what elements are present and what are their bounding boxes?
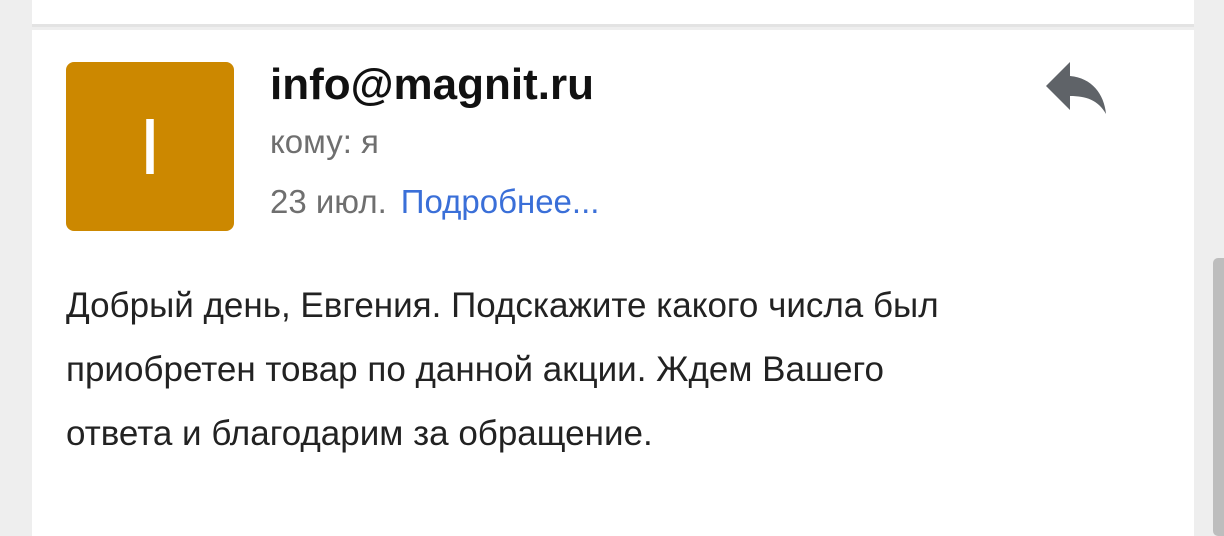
message-body-line: ответа и благодарим за обращение. [66,414,653,453]
scrollbar-thumb[interactable] [1213,258,1224,536]
date-row: 23 июл. Подробнее... [270,181,599,223]
message-divider [32,24,1194,27]
message-card: I info@magnit.ru кому: я 23 июл. Подробне… [32,30,1194,536]
message-body-line: Добрый день, Евгения. Подскажите какого … [66,286,939,325]
message-date: 23 июл. [270,183,387,220]
sender-avatar[interactable]: I [66,62,234,231]
details-link[interactable]: Подробнее... [401,183,600,220]
recipient-label: кому: я [270,123,379,160]
previous-message-card [32,0,1194,24]
reply-button[interactable] [1040,56,1112,120]
email-view: I info@magnit.ru кому: я 23 июл. Подробне… [0,0,1224,536]
reply-icon [1046,62,1106,114]
message-body: Добрый день, Евгения. Подскажите какого … [66,274,1166,466]
message-body-line: приобретен товар по данной акции. Ждем В… [66,350,884,389]
sender-address[interactable]: info@magnit.ru [270,58,594,112]
